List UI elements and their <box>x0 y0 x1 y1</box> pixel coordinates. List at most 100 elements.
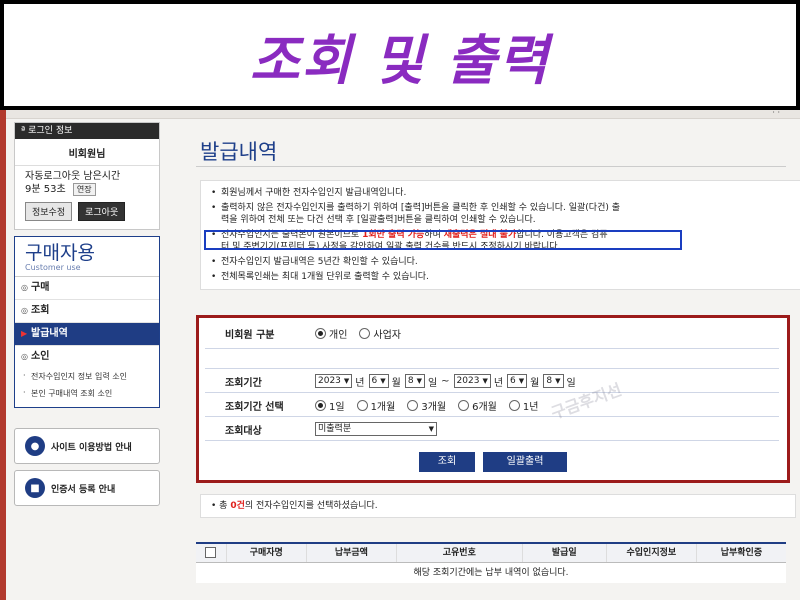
unit-year: 년 <box>493 377 504 389</box>
bullet-icon: ◎ <box>21 352 28 361</box>
radio-3month[interactable]: 3개월 <box>407 398 446 413</box>
chevron-down-icon: ▼ <box>428 425 434 433</box>
edit-info-button[interactable]: 정보수정 <box>25 202 73 221</box>
row-divider <box>205 416 779 417</box>
search-panel: 비회원 구분 개인 사업자 조회기간 2023 ▼ 년 6 ▼ 월 8 ▼ 일 ~ 2… <box>196 315 790 483</box>
login-info-title: 로그인 정보 <box>28 126 73 136</box>
notice-item: • 전체목록인쇄는 최대 1개월 단위로 출력할 수 있습니다. <box>211 272 429 282</box>
dot-icon: · <box>23 388 26 397</box>
target-row: 조회대상 미출력분 ▼ <box>205 420 779 438</box>
target-label: 조회대상 <box>225 425 262 437</box>
login-info-panel: ª 로그인 정보 비회원님 자동로그아웃 남은시간 9분 53초 연장 정보수정… <box>14 122 160 230</box>
menu-item-inquiry[interactable]: ◎ 조회 <box>15 300 159 323</box>
lock-icon: ª <box>21 126 26 136</box>
select-all-checkbox[interactable] <box>205 547 217 558</box>
buyer-menu: 구매자용 Customer use ◎ 구매 ◎ 조회 ▶ 발급내역 ◎ 소인 · 전자수… <box>14 236 160 408</box>
menu-item-cancel[interactable]: ◎ 소인 <box>15 346 159 368</box>
radio-circle <box>356 399 368 411</box>
print-all-button[interactable]: 일괄출력 <box>483 452 567 472</box>
menu-subitem-own-cancel[interactable]: · 본인 구매내역 조회 소인 <box>15 385 159 407</box>
menu-item-label: 조회 <box>31 305 50 316</box>
menu-header: 구매자용 Customer use <box>15 237 159 277</box>
col-receipt: 납부확인증 <box>720 548 763 558</box>
screenshot-area: · · ª 로그인 정보 비회원님 자동로그아웃 남은시간 9분 53초 연장 … <box>0 110 800 600</box>
chevron-down-icon: ▼ <box>380 377 386 385</box>
radio-6month[interactable]: 6개월 <box>458 398 497 413</box>
site-guide-button[interactable]: ● 사이트 이용방법 안내 <box>14 428 160 464</box>
unit-year: 년 <box>355 377 365 389</box>
bullet-icon: ◎ <box>21 306 28 315</box>
target-select[interactable]: 미출력분 ▼ <box>315 422 437 436</box>
red-edge-decoration <box>0 110 6 600</box>
top-bar: · · <box>6 110 800 119</box>
notice-item: • 출력하지 않은 전자수입인지를 출력하기 위하여 [출력]버튼을 클릭한 후 … <box>211 203 620 225</box>
to-day-select[interactable]: 8 ▼ <box>543 374 564 388</box>
radio-1year[interactable]: 1년 <box>508 398 538 413</box>
radio-circle <box>359 327 371 339</box>
lock-icon: ■ <box>25 478 45 498</box>
to-month-select[interactable]: 6 ▼ <box>507 374 528 388</box>
people-icon: ● <box>25 436 45 456</box>
from-day-select[interactable]: 8 ▼ <box>404 374 425 388</box>
notice-item: • 회원님께서 구매한 전자수입인지 발급내역입니다. <box>211 188 407 198</box>
row-divider <box>205 368 779 369</box>
radio-1month[interactable]: 1개월 <box>356 398 395 413</box>
col-buyer: 구매자명 <box>227 544 307 562</box>
login-info-header: ª 로그인 정보 <box>15 123 159 139</box>
menu-title: 구매자용 <box>25 242 95 264</box>
period-select-row: 조회기간 선택 1일 1개월 3개월 6개월 1년 <box>205 396 779 414</box>
unit-day: 일 <box>427 377 438 389</box>
unit-day: 일 <box>566 377 576 389</box>
member-type-row: 비회원 구분 개인 사업자 <box>205 324 779 342</box>
bullet-icon: ◎ <box>21 283 28 292</box>
menu-subtitle: Customer use <box>25 263 81 272</box>
unit-month: 월 <box>530 377 540 389</box>
auto-logout-timer: 9분 53초 연장 <box>15 183 159 196</box>
dot-icon: · <box>23 371 26 380</box>
from-month-select[interactable]: 6 ▼ <box>368 374 389 388</box>
chevron-down-icon: ▼ <box>416 377 422 385</box>
banner-title: 조회 및 출력 <box>250 28 550 92</box>
title-divider <box>196 166 786 167</box>
range-tilde: ~ <box>441 375 450 387</box>
site-guide-label: 사이트 이용방법 안내 <box>51 442 132 453</box>
menu-subitem-input-cancel[interactable]: · 전자수입인지 정보 입력 소인 <box>15 368 159 385</box>
row-divider <box>205 392 779 393</box>
radio-business[interactable]: 사업자 <box>359 326 401 341</box>
highlight-outline <box>204 230 682 250</box>
from-year-select[interactable]: 2023 ▼ <box>315 374 353 388</box>
user-name: 비회원님 <box>15 139 159 166</box>
logout-button[interactable]: 로그아웃 <box>78 202 126 221</box>
bullet: • <box>211 501 220 511</box>
search-button[interactable]: 조회 <box>419 452 475 472</box>
radio-circle <box>458 399 470 411</box>
period-label: 조회기간 <box>225 377 262 389</box>
table-header: 구매자명 납부금액 고유번호 발급일 수입인지정보 납부확인증 <box>196 544 786 563</box>
chevron-down-icon: ▼ <box>518 377 525 385</box>
notice-item: • 전자수입인지 발급내역은 5년간 확인할 수 있습니다. <box>211 257 418 267</box>
radio-individual[interactable]: 개인 <box>315 326 347 341</box>
to-year-select[interactable]: 2023 ▼ <box>453 374 491 388</box>
chevron-down-icon: ▼ <box>482 377 488 385</box>
top-bar-text: · · <box>772 110 780 117</box>
auto-logout-label: 자동로그아웃 남은시간 <box>25 171 121 182</box>
chevron-down-icon: ▼ <box>343 377 350 385</box>
summary-prefix: 총 <box>219 501 231 511</box>
menu-item-purchase[interactable]: ◎ 구매 <box>15 277 159 300</box>
period-select-label: 조회기간 선택 <box>225 401 284 413</box>
col-issue-date: 발급일 <box>523 544 607 562</box>
page-title: 발급내역 <box>200 140 278 164</box>
history-table: 구매자명 납부금액 고유번호 발급일 수입인지정보 납부확인증 해당 조회기간에… <box>196 542 786 583</box>
cert-guide-button[interactable]: ■ 인증서 등록 안내 <box>14 470 160 506</box>
selected-count: 0건 <box>230 501 245 511</box>
menu-item-issue-history[interactable]: ▶ 발급내역 <box>15 323 159 346</box>
logout-time-value: 9분 53초 <box>25 184 66 195</box>
radio-circle <box>407 399 419 411</box>
col-stamp-info: 수입인지정보 <box>607 544 697 562</box>
unit-month: 월 <box>391 377 401 389</box>
extend-button[interactable]: 연장 <box>72 183 96 196</box>
title-banner: 조회 및 출력 <box>0 0 800 110</box>
selection-summary: • 총 0건의 전자수입인지를 선택하셨습니다. <box>200 494 796 518</box>
radio-1day[interactable]: 1일 <box>315 398 345 413</box>
radio-circle <box>508 399 520 411</box>
